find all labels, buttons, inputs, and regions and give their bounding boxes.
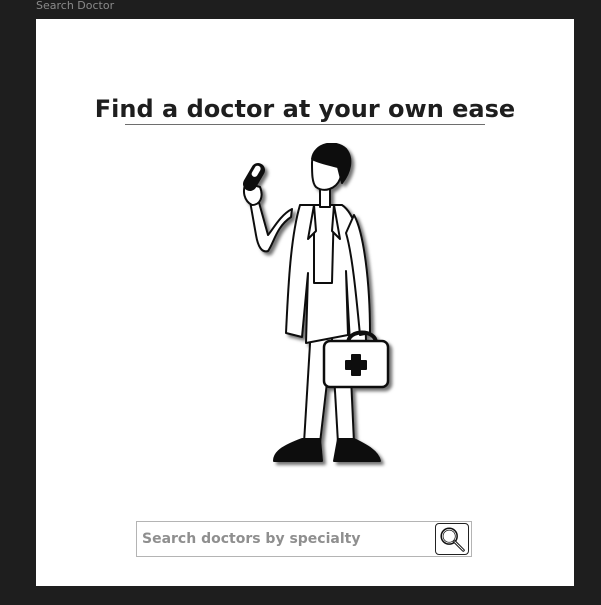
search-doctor-card: Find a doctor at your own ease — [36, 19, 574, 586]
specialty-search-input[interactable] — [137, 522, 429, 556]
doctor-with-kit-icon — [243, 142, 390, 462]
page-title: Find a doctor at your own ease — [94, 95, 516, 123]
search-bar — [136, 521, 472, 557]
search-button[interactable] — [435, 523, 469, 555]
frame-label: Search Doctor — [36, 0, 115, 12]
title-divider — [125, 124, 485, 125]
doctor-illustration — [216, 142, 396, 473]
magnifier-icon — [440, 527, 465, 552]
